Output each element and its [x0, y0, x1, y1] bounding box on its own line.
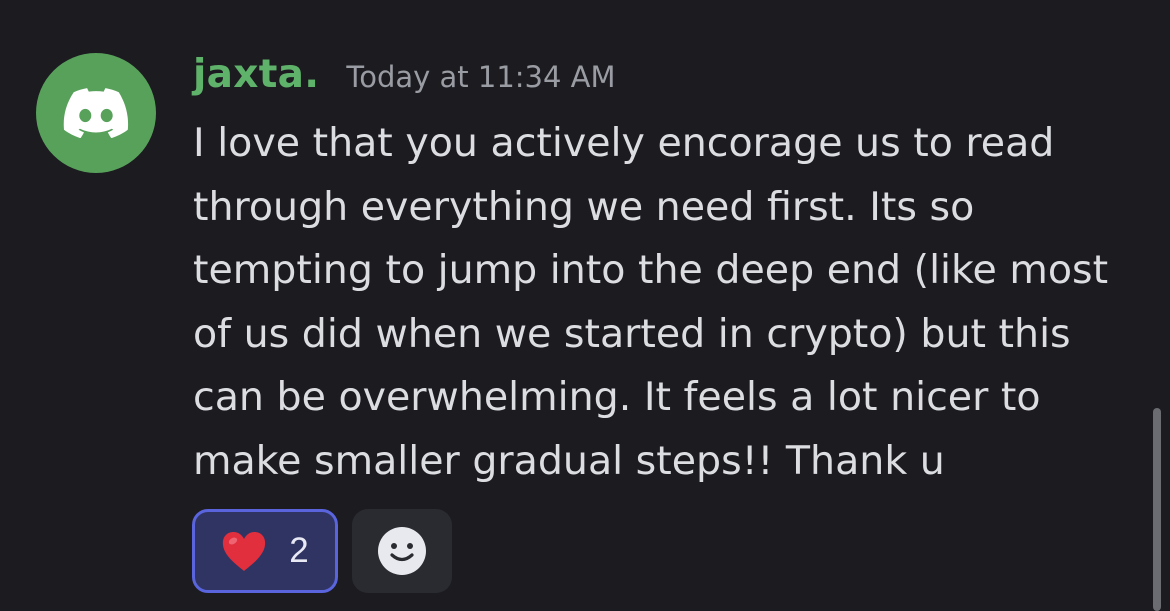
message-line: make smaller gradual steps!! Thank u	[193, 437, 945, 484]
message-line: can be overwhelming. It feels a lot nice…	[193, 374, 1041, 420]
message-line: of us did when we started in crypto) but…	[193, 310, 1071, 357]
add-reaction-smiley-icon	[378, 527, 426, 575]
scrollbar-thumb[interactable]	[1153, 408, 1161, 611]
timestamp: Today at 11:34 AM	[346, 60, 616, 94]
discord-logo-icon	[63, 88, 129, 138]
red-heart-icon	[223, 532, 266, 571]
message-line: through everything we need first. Its so	[193, 183, 975, 230]
user-avatar[interactable]	[36, 53, 156, 173]
reaction-bar: 2	[192, 509, 452, 593]
reaction-count: 2	[289, 531, 309, 570]
chat-message: jaxta. Today at 11:34 AM I love that you…	[0, 0, 1170, 611]
reaction-heart-button[interactable]: 2	[192, 509, 338, 593]
message-line: tempting to jump into the deep end (like…	[193, 247, 1109, 293]
message-line: I love that you actively encorage us to …	[193, 120, 1055, 166]
message-header: jaxta. Today at 11:34 AM	[193, 52, 616, 102]
username[interactable]: jaxta.	[193, 52, 319, 97]
add-reaction-button[interactable]	[352, 509, 452, 593]
message-body: I love that you actively encorage us to …	[193, 112, 1143, 493]
